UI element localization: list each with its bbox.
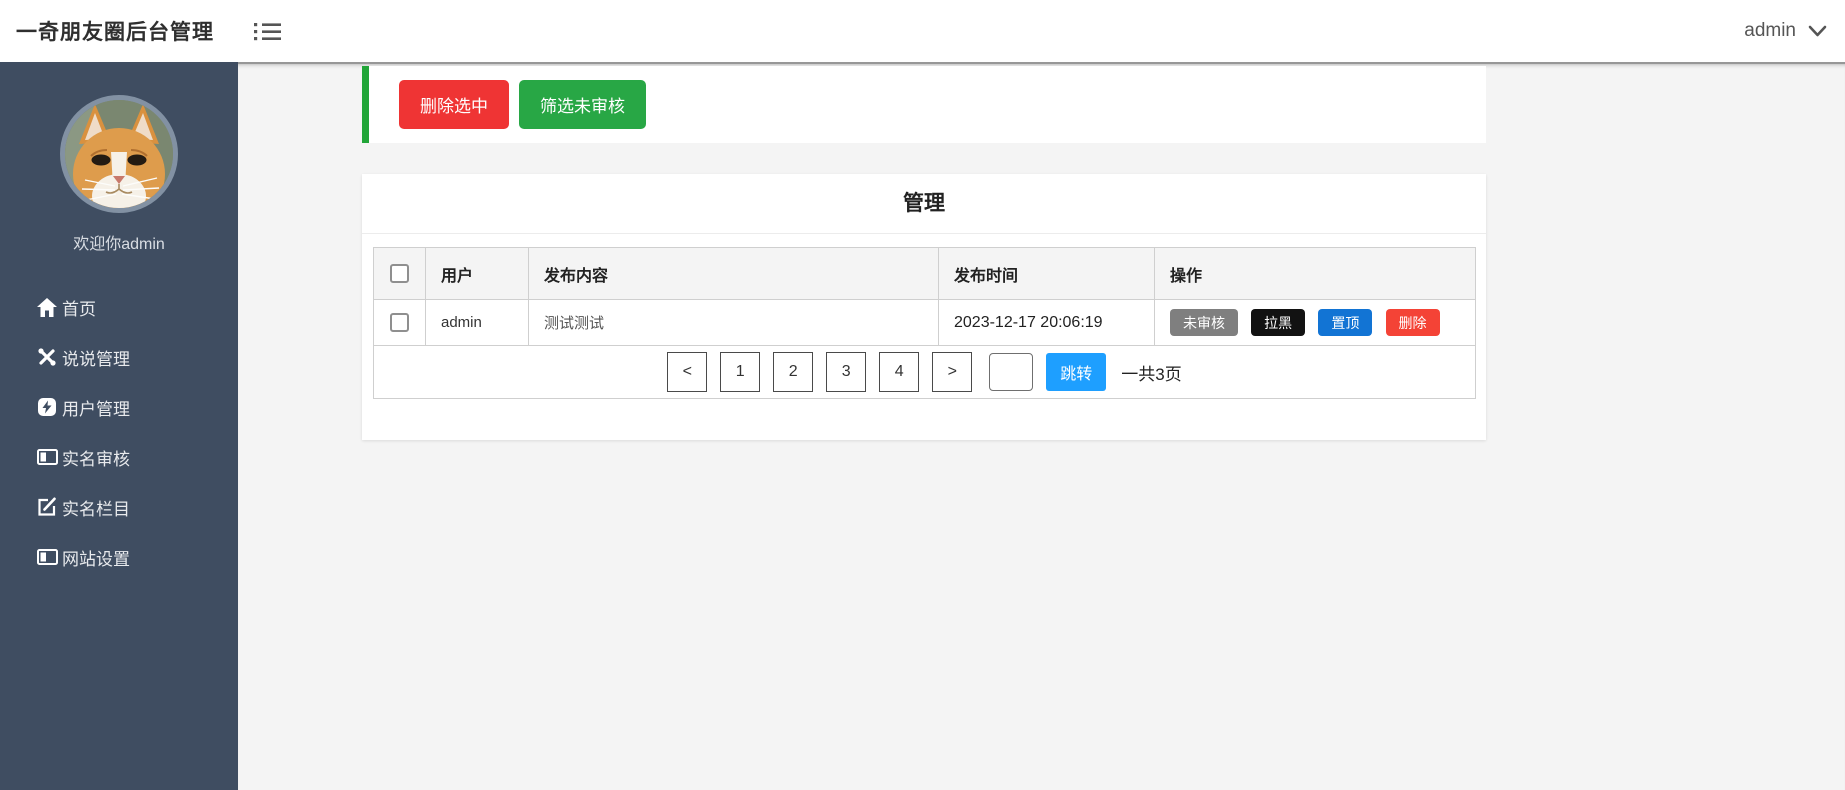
manage-panel: 管理 用户 发布内容 发布时间 操作 — [362, 174, 1486, 440]
cell-user: admin — [426, 300, 529, 346]
table-row: admin 测试测试 2023-12-17 20:06:19 未审核 拉黑 置顶… — [374, 300, 1476, 346]
sidebar-item-home[interactable]: 首页 — [0, 282, 238, 332]
page-button-1[interactable]: 1 — [720, 352, 760, 392]
column-header-time: 发布时间 — [939, 248, 1155, 300]
sidebar-item-label: 网站设置 — [62, 545, 130, 570]
column-header-user: 用户 — [426, 248, 529, 300]
sidebar-item-label: 说说管理 — [62, 345, 130, 370]
sidebar-item-users[interactable]: 用户管理 — [0, 382, 238, 432]
sidebar-item-label: 用户管理 — [62, 395, 130, 420]
delete-selected-button[interactable]: 删除选中 — [399, 80, 509, 129]
app-title: 一奇朋友圈后台管理 — [16, 16, 214, 46]
card-icon — [37, 447, 59, 467]
blacklist-button[interactable]: 拉黑 — [1251, 309, 1305, 336]
list-icon — [254, 20, 281, 43]
app: 一奇朋友圈后台管理 admin — [0, 0, 1845, 790]
column-header-actions: 操作 — [1155, 248, 1476, 300]
filter-unreviewed-button[interactable]: 筛选未审核 — [519, 80, 646, 129]
cat-avatar-image — [65, 100, 173, 208]
card-icon — [37, 547, 59, 567]
jump-button[interactable]: 跳转 — [1046, 353, 1106, 391]
chevron-down-icon — [1808, 25, 1827, 38]
sidebar-item-site-settings[interactable]: 网站设置 — [0, 532, 238, 582]
cell-content: 测试测试 — [529, 300, 939, 346]
toolbar-accent-bar — [362, 66, 369, 143]
cell-actions: 未审核 拉黑 置顶 删除 — [1155, 300, 1476, 346]
sidebar-nav: 首页 说说管理 用户管理 — [0, 282, 238, 582]
page-button-4[interactable]: 4 — [879, 352, 919, 392]
delete-button[interactable]: 删除 — [1386, 309, 1440, 336]
select-all-checkbox[interactable] — [390, 264, 409, 283]
edit-square-icon — [37, 497, 59, 517]
pin-top-button[interactable]: 置顶 — [1318, 309, 1372, 336]
avatar — [60, 95, 178, 213]
sidebar-item-label: 实名审核 — [62, 445, 130, 470]
home-icon — [37, 297, 59, 317]
page-button-3[interactable]: 3 — [826, 352, 866, 392]
app-header: 一奇朋友圈后台管理 admin — [0, 0, 1845, 62]
column-header-content: 发布内容 — [529, 248, 939, 300]
cell-time: 2023-12-17 20:06:19 — [939, 300, 1155, 346]
page-jump-input[interactable] — [989, 353, 1033, 391]
total-pages-text: 一共3页 — [1121, 360, 1181, 385]
pagination: < 1 2 3 4 > 跳转 一共3页 — [374, 352, 1475, 392]
welcome-text: 欢迎你admin — [0, 230, 238, 254]
page-button-2[interactable]: 2 — [773, 352, 813, 392]
sidebar-item-posts[interactable]: 说说管理 — [0, 332, 238, 382]
sidebar-item-label: 首页 — [62, 295, 96, 320]
bolt-icon — [37, 397, 59, 417]
menu-toggle-button[interactable] — [254, 20, 281, 43]
sidebar-item-verify-category[interactable]: 实名栏目 — [0, 482, 238, 532]
sidebar: 欢迎你admin 首页 说说管理 — [0, 62, 238, 790]
user-name: admin — [1744, 20, 1796, 42]
user-menu[interactable]: admin — [1744, 20, 1829, 42]
toolbar: 删除选中 筛选未审核 — [362, 66, 1486, 143]
row-checkbox[interactable] — [390, 313, 409, 332]
next-page-button[interactable]: > — [932, 352, 972, 392]
sidebar-item-label: 实名栏目 — [62, 495, 130, 520]
tools-icon — [37, 347, 59, 367]
unreviewed-status-button[interactable]: 未审核 — [1170, 309, 1238, 336]
pagination-row: < 1 2 3 4 > 跳转 一共3页 — [374, 346, 1476, 399]
main-content: 删除选中 筛选未审核 管理 用户 发布内容 发布时间 操作 — [238, 62, 1845, 790]
panel-title: 管理 — [362, 174, 1486, 234]
sidebar-item-verify-review[interactable]: 实名审核 — [0, 432, 238, 482]
prev-page-button[interactable]: < — [667, 352, 707, 392]
posts-table: 用户 发布内容 发布时间 操作 admin 测试测试 2023-12-17 20… — [373, 247, 1476, 399]
table-header-row: 用户 发布内容 发布时间 操作 — [374, 248, 1476, 300]
